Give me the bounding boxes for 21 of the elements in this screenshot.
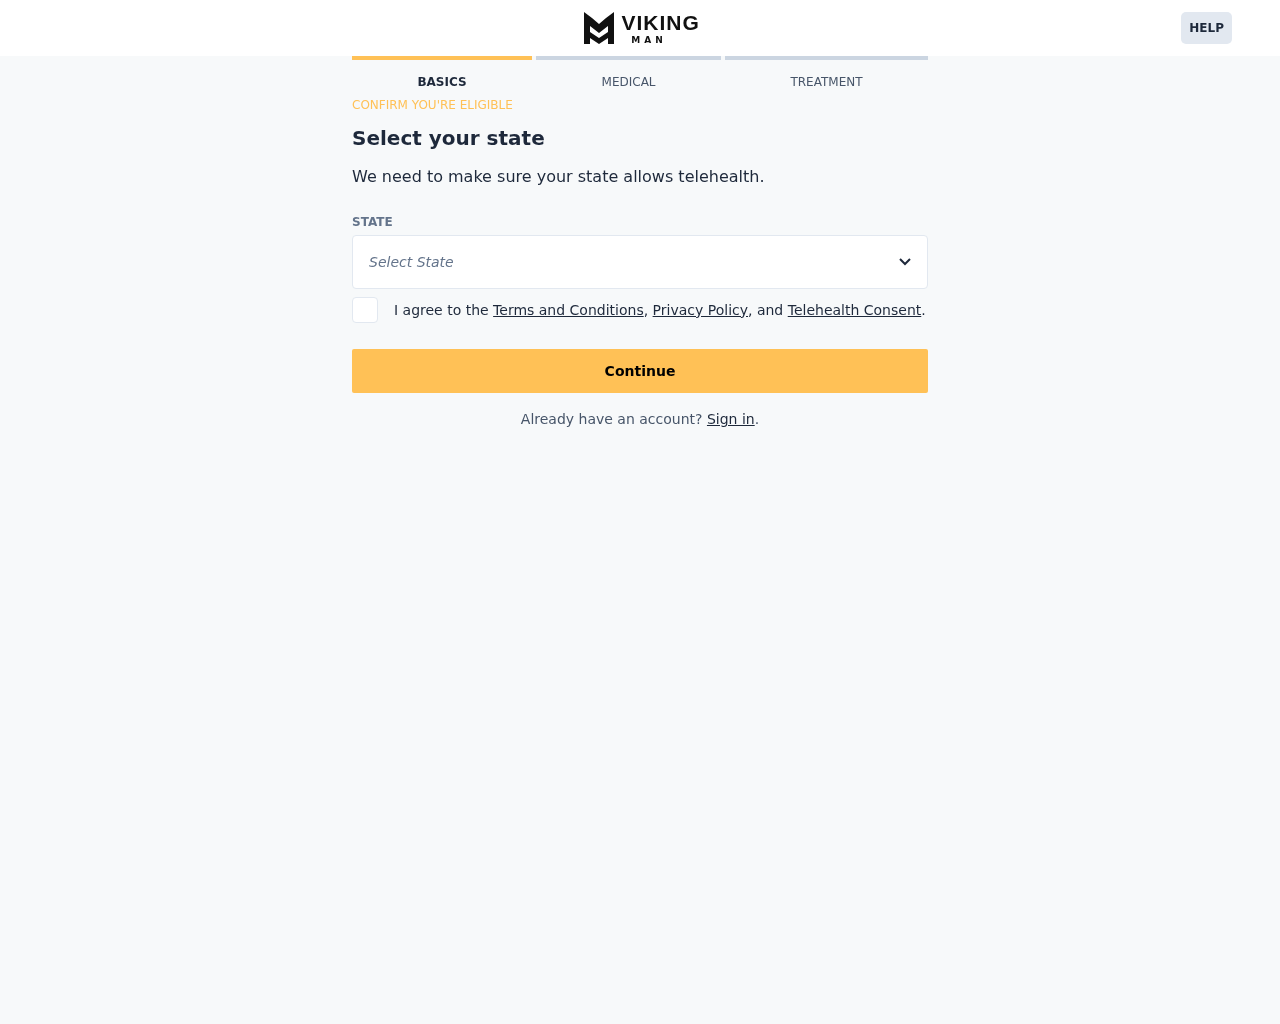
agreement-text: I agree to the Terms and Conditions, Privacy Policy, and Telehealth Consent.: [394, 300, 926, 320]
chevron-down-icon: [899, 258, 911, 266]
agree-checkbox[interactable]: [352, 297, 378, 323]
link[interactable]: Telehealth Consent: [787, 301, 922, 318]
signin-text: Already have an account? Sign in.: [519, 410, 761, 429]
link[interactable]: Privacy Policy: [652, 301, 748, 318]
continue-button[interactable]: Continue: [352, 349, 928, 393]
logo-wordmark: VIKING: [621, 11, 697, 36]
page-title: Select your state: [352, 126, 546, 150]
step-label: TREATMENT: [789, 74, 864, 91]
step-label: MEDICAL: [600, 74, 657, 91]
logo-icon: [583, 12, 614, 44]
help-button[interactable]: HELP: [1181, 12, 1232, 44]
link[interactable]: Terms and Conditions: [493, 301, 644, 318]
logo-subtitle: MAN: [630, 35, 668, 45]
step-subtitle: CONFIRM YOU'RE ELIGIBLE: [352, 97, 514, 114]
state-select[interactable]: Select State: [352, 235, 928, 289]
step-label: BASICS: [416, 74, 468, 91]
field-label: STATE: [352, 214, 394, 231]
description-text: We need to make sure your state allows telehealth.: [352, 166, 766, 188]
link[interactable]: Sign in: [706, 411, 755, 427]
